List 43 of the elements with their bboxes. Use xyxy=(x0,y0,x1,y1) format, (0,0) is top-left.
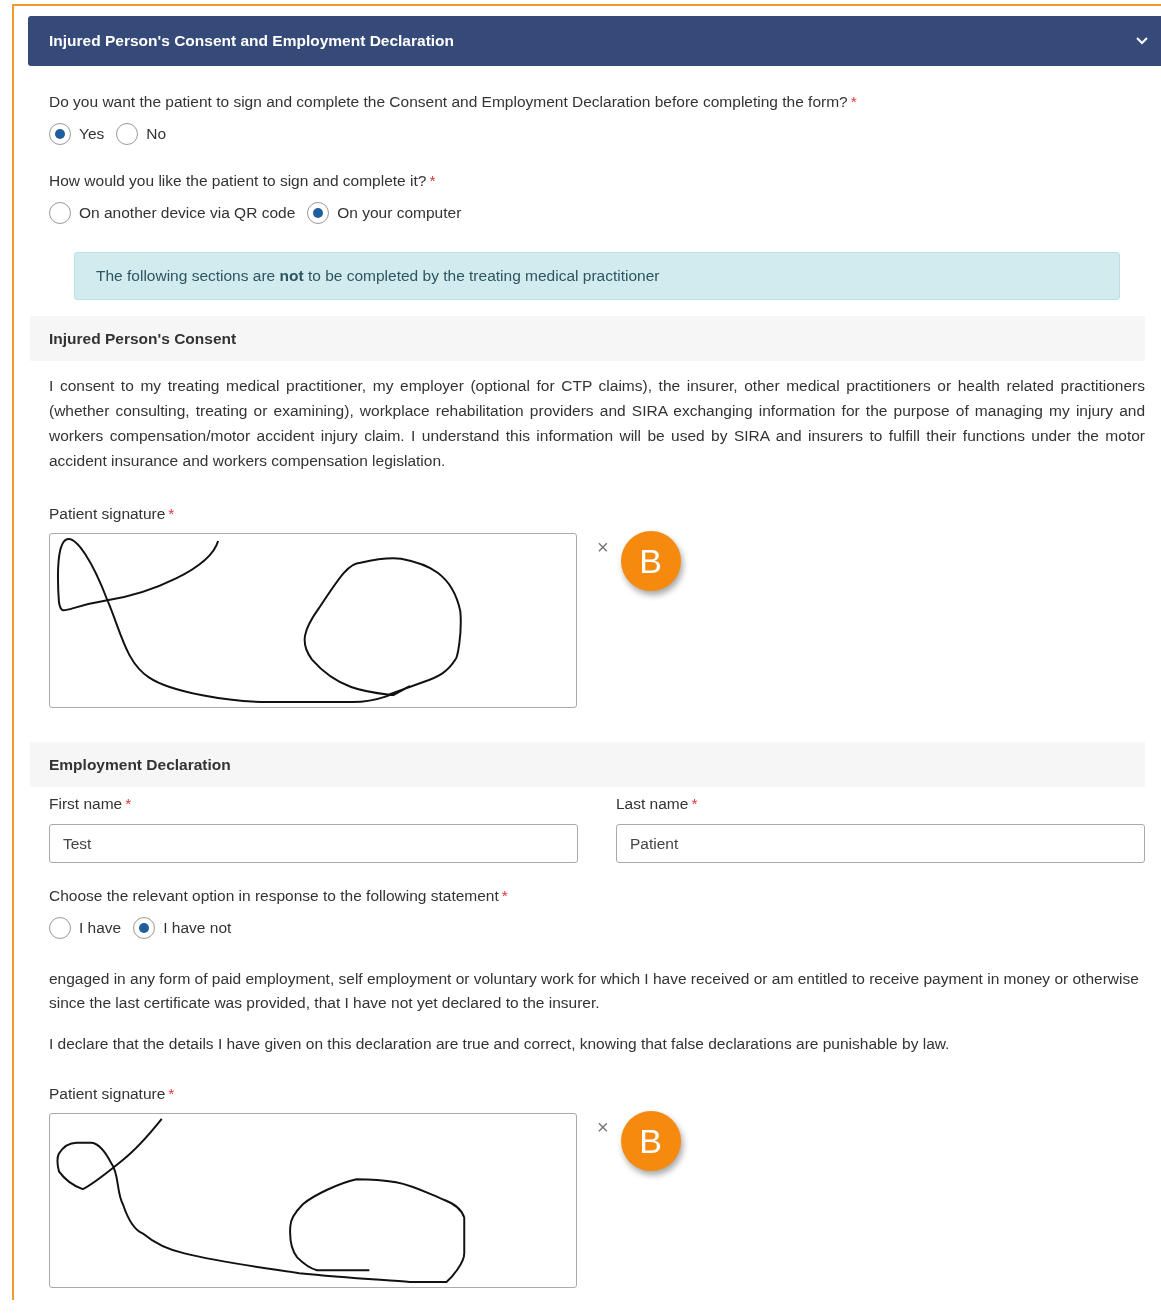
radio-option[interactable]: I have not xyxy=(133,917,232,939)
statement-text: engaged in any form of paid employment, self employment or voluntary work for which I have received or am entitled to receive payment in money or otherwise since the last certificate was provided, that I have not yet declared to the insurer. xyxy=(49,969,1140,1013)
required-asterisk: * xyxy=(850,93,857,110)
required-asterisk: * xyxy=(429,172,436,189)
chevron-icon[interactable] xyxy=(1135,36,1149,46)
radio-button[interactable] xyxy=(116,123,139,145)
clear-button[interactable]: × xyxy=(597,535,609,559)
section-title: Injured Person's Consent xyxy=(49,329,237,348)
field-label: First name xyxy=(49,795,123,812)
panel-title: Injured Person's Consent and Employment Declaration xyxy=(49,32,455,50)
consent-text: I consent to my treating medical practitioner, my employer (optional for CTP claims), the insurer, other medical practitioners or health related practitioners (whether consulting, treating or examining), workplace rehabilitation providers and SIRA exchanging information for the purpose of managing my injury and workers compensation/motor accident injury claim. I understand this information will be used by SIRA and insurers to fulfill their functions under the motor accident insurance and workers compensation legislation. xyxy=(49,376,1145,471)
clear-button[interactable]: × xyxy=(597,1115,609,1139)
section-title: Employment Declaration xyxy=(49,755,231,774)
question-label: Choose the relevant option in response to the following statement xyxy=(49,887,499,904)
radio-option[interactable]: On your computer xyxy=(307,202,462,224)
radio-option[interactable]: No xyxy=(116,123,167,145)
annotation-badge: B xyxy=(620,531,681,591)
question-label: Do you want the patient to sign and complete the Consent and Employment Declaration before completing the form? xyxy=(49,93,848,110)
radio-option[interactable]: Yes xyxy=(49,123,105,145)
radio-button[interactable] xyxy=(49,917,71,939)
field-label: Patient signature xyxy=(49,1085,166,1102)
radio-option[interactable]: On another device via QR code xyxy=(49,202,296,224)
required-asterisk: * xyxy=(691,795,698,812)
annotation-badge: B xyxy=(620,1111,681,1171)
info-alert: The following sections are not to be completed by the treating medical practitioner xyxy=(74,252,1120,300)
field-label: Patient signature xyxy=(49,505,166,522)
required-asterisk: * xyxy=(501,887,508,904)
signature-pad[interactable] xyxy=(49,533,577,708)
radio-option[interactable]: I have xyxy=(49,917,122,939)
question-label: How would you like the patient to sign and complete it? xyxy=(49,172,427,189)
declaration-text: I declare that the details I have given on this declaration are true and correct, knowing that false declarations are punishable by law. xyxy=(49,1035,951,1053)
radio-button[interactable] xyxy=(49,123,71,145)
signature-pad[interactable] xyxy=(49,1113,577,1288)
required-asterisk: * xyxy=(168,505,175,522)
radio-button[interactable] xyxy=(307,202,330,224)
panel-header[interactable]: Injured Person's Consent and Employment Declaration xyxy=(28,16,1161,66)
required-asterisk: * xyxy=(125,795,132,812)
text-field[interactable]: Test xyxy=(49,824,578,863)
radio-button[interactable] xyxy=(49,202,71,224)
field-label: Last name xyxy=(616,795,689,812)
radio-button[interactable] xyxy=(133,917,156,939)
required-asterisk: * xyxy=(168,1085,175,1102)
text-field[interactable]: Patient xyxy=(616,824,1145,863)
